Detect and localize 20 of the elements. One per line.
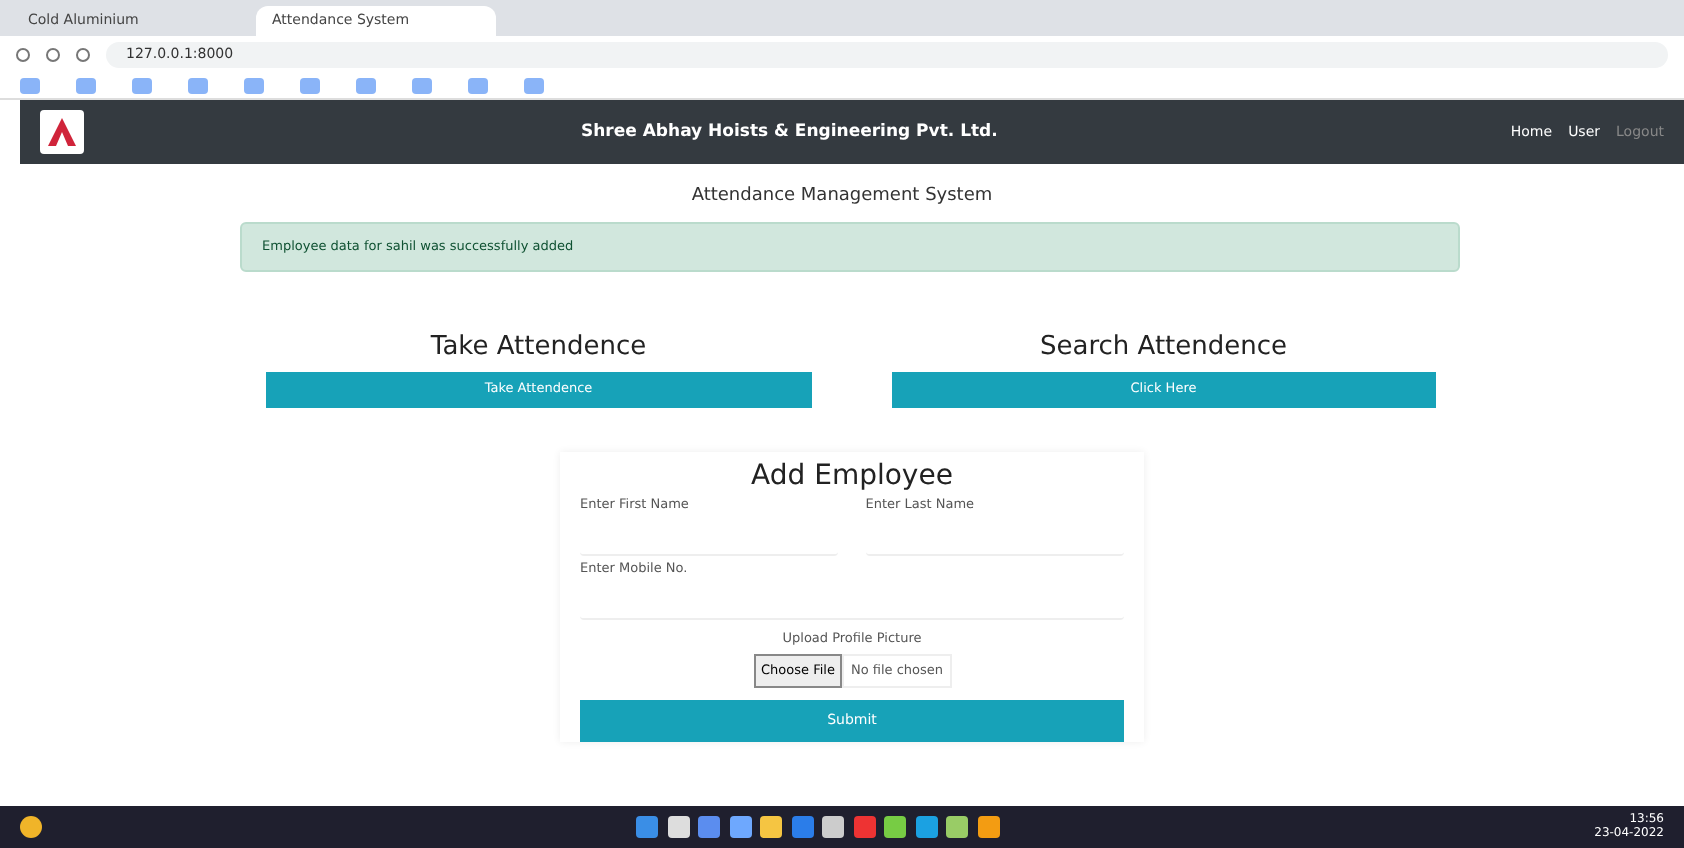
section-heading: Search Attendence bbox=[1037, 330, 1290, 367]
taskbar-app-icon[interactable] bbox=[698, 816, 721, 838]
taskbar-app-icon[interactable] bbox=[667, 816, 690, 838]
taskbar-app-icon[interactable] bbox=[729, 816, 752, 838]
reload-icon[interactable] bbox=[76, 47, 90, 61]
taskbar-app-icon[interactable] bbox=[915, 816, 938, 838]
taskbar-app-icon[interactable] bbox=[884, 816, 907, 838]
taskbar-app-icon[interactable] bbox=[822, 816, 845, 838]
forward-icon[interactable] bbox=[46, 47, 60, 61]
brand-title: Shree Abhay Hoists & Engineering Pvt. Ltd. bbox=[579, 119, 1000, 145]
page-title: Attendance Management System bbox=[689, 184, 995, 210]
taskbar-app-icon[interactable] bbox=[636, 816, 659, 838]
form-title: Add Employee bbox=[749, 459, 955, 493]
taskbar-app-icon[interactable] bbox=[760, 816, 783, 838]
section-heading: Take Attendence bbox=[428, 330, 649, 367]
back-icon[interactable] bbox=[16, 47, 30, 61]
weather-icon bbox=[20, 816, 42, 838]
logo-icon bbox=[40, 110, 84, 154]
taskbar-app-icon[interactable] bbox=[946, 816, 969, 838]
taskbar-app-icon[interactable] bbox=[977, 816, 1000, 838]
